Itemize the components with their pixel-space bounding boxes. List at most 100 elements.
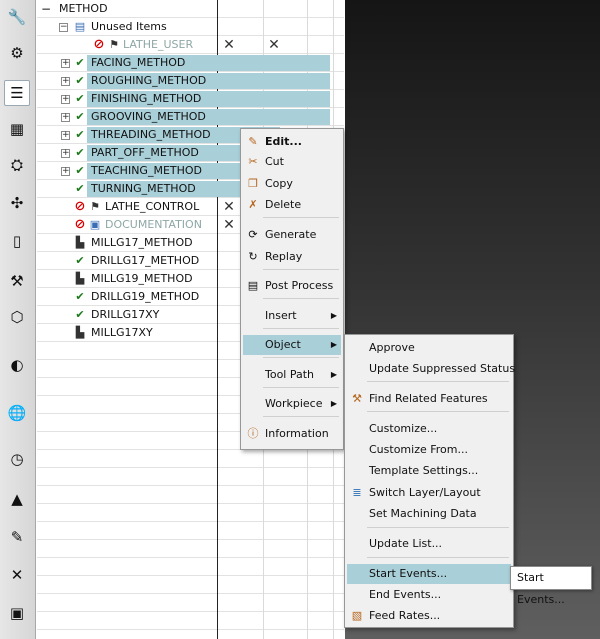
tree-row-lathe-user[interactable]: ⊘ ⚑ LATHE_USER ✕ ✕ <box>37 36 344 54</box>
collapse-toggle[interactable]: − <box>59 23 68 32</box>
menu-item-tool-path[interactable]: Tool Path ▶ <box>243 365 341 385</box>
menu-item-label: Replay <box>265 250 303 263</box>
operation-navigator-icon[interactable]: ☰ <box>4 80 30 106</box>
web-browser-icon[interactable]: 🌐 <box>4 400 30 426</box>
menu-item-label: Edit... <box>265 135 302 148</box>
menu-item-feed-rates[interactable]: ▧ Feed Rates... <box>347 606 511 626</box>
menu-item-label: Information <box>265 427 329 440</box>
menu-item-label: Customize... <box>369 422 438 435</box>
tree-label: METHOD <box>59 2 108 15</box>
expand-toggle[interactable]: + <box>61 113 70 122</box>
context-menu: ✎ Edit... ✂ Cut ❐ Copy ✗ Delete ⟳ Genera… <box>240 128 344 450</box>
assembly-navigator-icon[interactable]: ✣ <box>4 190 30 216</box>
tree-label: DRILLG17_METHOD <box>91 254 200 267</box>
menu-item-end-events[interactable]: End Events... <box>347 585 511 605</box>
tree-label: FINISHING_METHOD <box>91 92 202 105</box>
find-related-icon: ⚒ <box>352 392 362 405</box>
tree-row-grooving-method[interactable]: + ✔ GROOVING_METHOD <box>37 108 344 126</box>
method-icon: ▙ <box>75 272 85 285</box>
machine-tool-navigator-icon[interactable]: ▦ <box>4 116 30 142</box>
menu-item-label: Post Process <box>265 279 334 292</box>
expand-toggle[interactable]: + <box>61 131 70 140</box>
menu-item-object[interactable]: Object ▶ <box>243 335 341 355</box>
tree-label: MILLG17_METHOD <box>91 236 193 249</box>
menu-item-information[interactable]: ⓘ Information <box>243 424 341 444</box>
palette-icon[interactable]: ▲ <box>4 486 30 512</box>
menu-item-cut[interactable]: ✂ Cut <box>243 152 341 172</box>
feature-navigator-icon[interactable]: ◐ <box>4 352 30 378</box>
post-process-icon: ▤ <box>247 279 259 292</box>
menu-item-post-process[interactable]: ▤ Post Process <box>243 276 341 296</box>
menu-item-label: Delete <box>265 198 302 211</box>
suppressed-icon: ⊘ <box>74 199 86 214</box>
method-icon: ✔ <box>75 164 85 177</box>
part-navigator-icon[interactable]: ⛭ <box>4 152 30 178</box>
system-scene-icon[interactable]: ▣ <box>4 600 30 626</box>
training-icon[interactable]: ✎ <box>4 524 30 550</box>
tree-row-unused-items[interactable]: − ▤ Unused Items <box>37 18 344 36</box>
edit-icon: ✎ <box>248 135 258 148</box>
generate-icon: ⟳ <box>248 228 258 241</box>
menu-separator <box>367 557 509 558</box>
resource-bar-icon-1[interactable]: 🔧 <box>4 4 30 30</box>
method-icon: ▙ <box>75 326 85 339</box>
menu-item-edit[interactable]: ✎ Edit... <box>243 132 341 152</box>
menu-item-label: Set Machining Data <box>369 507 477 520</box>
menu-item-copy[interactable]: ❐ Copy <box>243 174 341 194</box>
expand-toggle[interactable]: + <box>61 59 70 68</box>
menu-item-template-settings[interactable]: Template Settings... <box>347 461 511 481</box>
process-navigator-icon[interactable]: ⬡ <box>4 304 30 330</box>
menu-item-switch-layer[interactable]: ≣ Switch Layer/Layout <box>347 483 511 503</box>
cut-icon: ✂ <box>248 155 258 168</box>
tree-label: GROOVING_METHOD <box>91 110 206 123</box>
tree-label: FACING_METHOD <box>91 56 186 69</box>
menu-item-customize-from[interactable]: Customize From... <box>347 440 511 460</box>
method-icon: ✔ <box>75 128 85 141</box>
expand-toggle[interactable]: + <box>61 149 70 158</box>
tree-row-facing-method[interactable]: + ✔ FACING_METHOD <box>37 54 344 72</box>
menu-item-workpiece[interactable]: Workpiece ▶ <box>243 394 341 414</box>
menu-item-find-related[interactable]: ⚒ Find Related Features <box>347 389 511 409</box>
menu-item-approve[interactable]: Approve <box>347 338 511 358</box>
delete-icon: ✗ <box>248 198 258 211</box>
menu-item-label: Copy <box>265 177 293 190</box>
resource-bar-icon-2[interactable]: ⚙ <box>4 40 30 66</box>
menu-item-replay[interactable]: ↻ Replay <box>243 247 341 267</box>
method-icon: ✔ <box>75 56 85 69</box>
suppressed-icon: ⊘ <box>74 217 86 232</box>
reuse-library-icon[interactable]: ▯ <box>4 228 30 254</box>
tree-label: DRILLG19_METHOD <box>91 290 200 303</box>
tree-row-roughing-method[interactable]: + ✔ ROUGHING_METHOD <box>37 72 344 90</box>
menu-item-label: Cut <box>265 155 284 168</box>
menu-separator <box>263 269 339 270</box>
menu-item-update-list[interactable]: Update List... <box>347 534 511 554</box>
menu-item-start-events[interactable]: Start Events... <box>347 564 511 584</box>
expand-toggle[interactable]: + <box>61 77 70 86</box>
menu-separator <box>263 416 339 417</box>
menu-item-generate[interactable]: ⟳ Generate <box>243 225 341 245</box>
expand-toggle[interactable]: + <box>61 167 70 176</box>
method-icon: ⚑ <box>90 200 100 213</box>
history-icon[interactable]: ⚒ <box>4 268 30 294</box>
menu-item-customize[interactable]: Customize... <box>347 419 511 439</box>
menu-item-insert[interactable]: Insert ▶ <box>243 306 341 326</box>
tree-row-finishing-method[interactable]: + ✔ FINISHING_METHOD <box>37 90 344 108</box>
suppressed-icon: ⊘ <box>93 37 105 52</box>
history-clock-icon[interactable]: ◷ <box>4 446 30 472</box>
menu-item-label: Tool Path <box>265 368 315 381</box>
expand-toggle[interactable]: + <box>61 95 70 104</box>
menu-item-update-suppressed[interactable]: Update Suppressed Status <box>347 359 515 379</box>
method-icon: ✔ <box>75 182 85 195</box>
collapse-toggle[interactable]: − <box>41 0 51 18</box>
menu-item-delete[interactable]: ✗ Delete <box>243 195 341 215</box>
start-events-tooltip: Start Events... <box>510 566 592 606</box>
resource-bar: 🔧 ⚙ ☰ ▦ ⛭ ✣ ▯ ⚒ ⬡ ◐ 🌐 ◷ ▲ ✎ ✕ ▣ <box>0 0 36 639</box>
tree-label: DRILLG17XY <box>91 308 160 321</box>
method-icon: ✔ <box>75 146 85 159</box>
tree-row-method[interactable]: − METHOD <box>37 0 344 18</box>
tree-label: TEACHING_METHOD <box>91 164 203 177</box>
menu-item-label: Customize From... <box>369 443 468 456</box>
menu-item-set-machining[interactable]: Set Machining Data <box>347 504 511 524</box>
role-icon[interactable]: ✕ <box>4 562 30 588</box>
method-icon: ✔ <box>75 254 85 267</box>
